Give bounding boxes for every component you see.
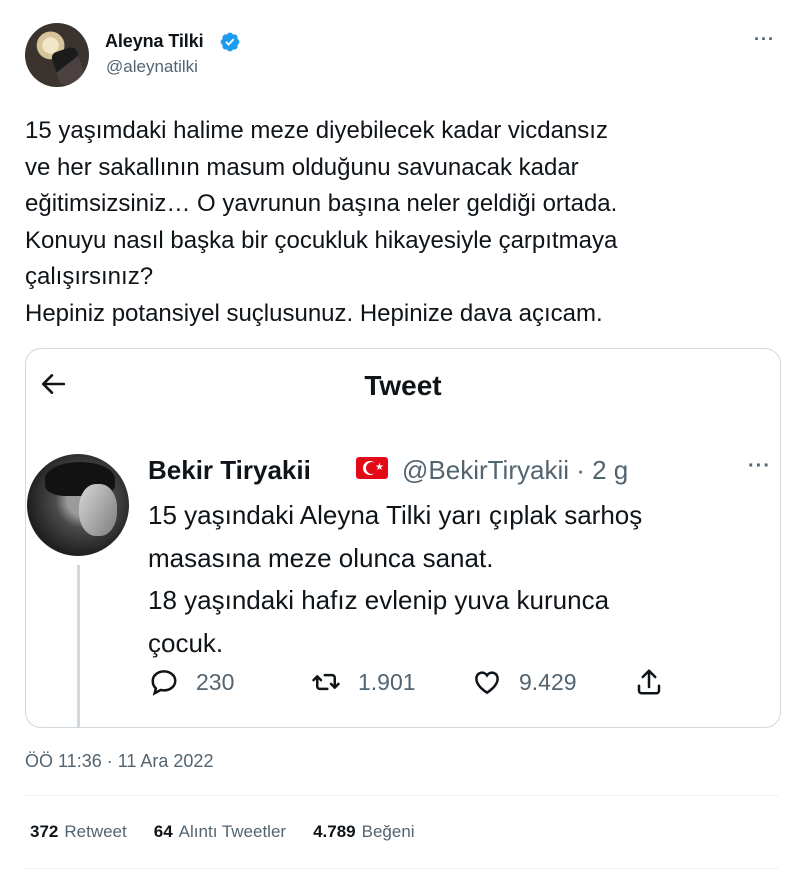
reply-icon <box>151 670 177 696</box>
quotes-count: 64 <box>153 822 173 841</box>
divider <box>25 795 779 796</box>
retweets-label: Retweet <box>64 822 127 841</box>
share-icon <box>637 669 661 695</box>
tweet-text: 15 yaşımdaki halime meze diyebilecek kad… <box>25 117 618 327</box>
author-handle[interactable]: @aleynatilki <box>106 57 198 77</box>
retweets-count: 372 <box>30 822 59 841</box>
like-icon <box>475 671 499 695</box>
quoted-author-avatar <box>27 454 129 556</box>
retweet-count: 1.901 <box>358 668 416 695</box>
retweet-icon <box>312 673 340 691</box>
divider <box>25 868 779 869</box>
quotes-stat[interactable]: 64 Alıntı Tweetler <box>154 822 286 842</box>
tweet-timestamp[interactable]: ÖÖ 11:36 · 11 Ara 2022 <box>25 751 213 772</box>
likes-count: 4.789 <box>313 822 356 841</box>
likes-label: Beğeni <box>361 822 415 841</box>
reply-action: 230 <box>149 667 234 697</box>
author-avatar[interactable] <box>25 23 89 87</box>
like-action: 9.429 <box>472 667 577 697</box>
tweet-stats: 372 Retweet 64 Alıntı Tweetler 4.789 Beğeni <box>30 822 415 842</box>
thread-line <box>77 565 80 727</box>
attached-screenshot[interactable]: Tweet Bekir Tiryakii ★ @BekirTiryakii · … <box>25 348 781 728</box>
screenshot-header-title: Tweet <box>364 370 442 401</box>
author-display-name[interactable]: Aleyna Tilki <box>105 31 204 52</box>
like-count: 9.429 <box>519 668 577 695</box>
likes-stat[interactable]: 4.789 Beğeni <box>313 822 414 842</box>
quoted-author-name: Bekir Tiryakii <box>148 455 311 485</box>
reply-count: 230 <box>196 668 235 695</box>
verified-badge-icon <box>220 32 240 52</box>
quoted-tweet-text: 15 yaşındaki Aleyna Tilki yarı çıplak sa… <box>148 500 643 658</box>
quoted-author-handle-time: @BekirTiryakii · 2 g <box>402 455 629 485</box>
more-icon[interactable]: ··· <box>754 29 775 50</box>
retweet-action: 1.901 <box>311 667 416 697</box>
retweets-stat[interactable]: 372 Retweet <box>30 822 127 842</box>
share-action <box>634 667 681 697</box>
quoted-more-icon: ··· <box>748 455 771 477</box>
turkey-flag-icon: ★ <box>356 457 388 479</box>
quotes-label: Alıntı Tweetler <box>178 822 287 841</box>
